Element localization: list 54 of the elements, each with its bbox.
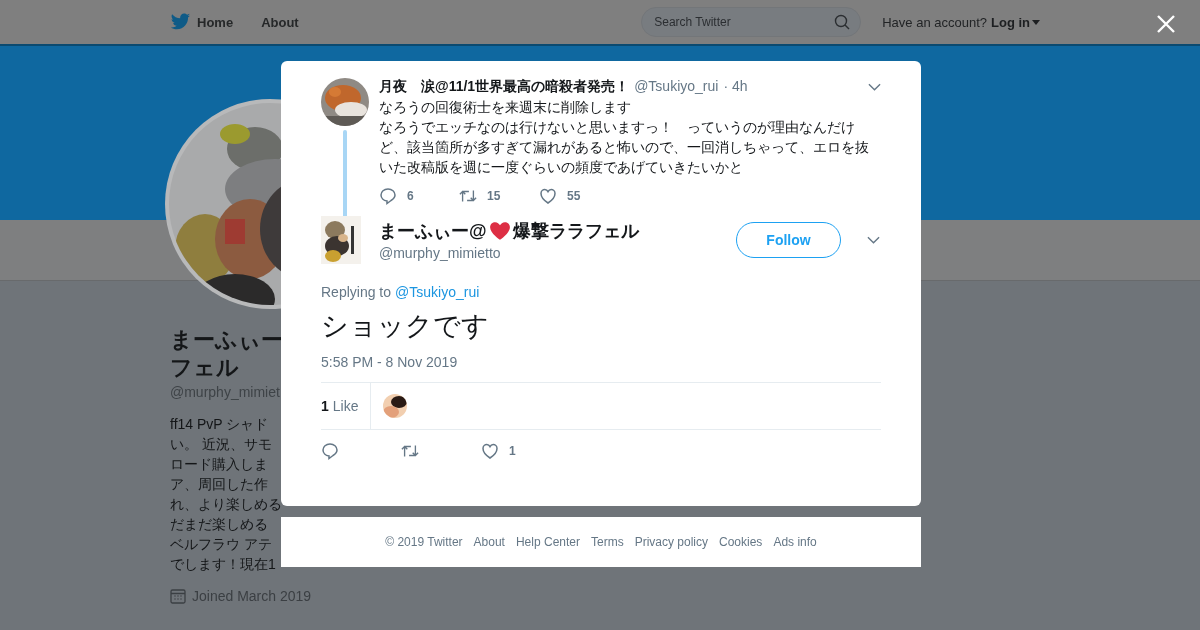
login-link[interactable]: Log in	[991, 14, 1030, 30]
reply-icon[interactable]	[379, 187, 397, 205]
author-name[interactable]: まーふぃー@	[379, 219, 487, 243]
footer-link[interactable]: © 2019 Twitter	[385, 535, 463, 549]
reply-count: 6	[407, 189, 414, 203]
author-name[interactable]: 月夜 涙@11/1世界最高の暗殺者発売！	[379, 78, 630, 96]
retweet-count: 15	[487, 189, 501, 203]
search-field[interactable]: Search Twitter	[641, 7, 862, 37]
bio-line: ロード購入しま	[170, 455, 268, 474]
bio-line: ff14 PvP シャド	[170, 415, 269, 434]
heart-icon	[488, 221, 511, 241]
nav-link[interactable]: About	[261, 14, 299, 30]
bio-line: い。 近況、サモ	[170, 435, 272, 454]
reply-icon[interactable]	[321, 442, 339, 460]
author-handle[interactable]: @murphy_mimietto	[379, 245, 639, 261]
footer-link[interactable]: Ads info	[773, 535, 817, 549]
tweet-text: なろうでエッチなのは行けないと思いますっ！ っていうのが理由なんだけ	[379, 118, 856, 137]
bio-line: でします！現在1	[170, 555, 276, 574]
like-label[interactable]: Like	[332, 398, 359, 414]
like-count: 1	[509, 444, 516, 458]
tweet-text: ショックです	[321, 310, 490, 343]
author-name[interactable]: 爆撃ララフェル	[512, 219, 639, 243]
footer-link[interactable]: Privacy policy	[634, 535, 708, 549]
footer-link[interactable]: About	[473, 535, 505, 549]
search-icon[interactable]	[834, 14, 851, 30]
profile-name: フェル	[170, 354, 239, 382]
tweet-time[interactable]: · 4h	[723, 78, 748, 94]
replying-label: Replying to	[321, 284, 392, 300]
chevron-icon[interactable]	[868, 83, 881, 91]
tweet-timestamp[interactable]: 5:58 PM - 8 Nov 2019	[321, 354, 881, 370]
caret-icon[interactable]	[1032, 19, 1040, 25]
bio-line: だまだ楽しめる	[170, 515, 268, 534]
footer-link[interactable]: Cookies	[719, 535, 763, 549]
bio-line: ベルフラウ アテ	[170, 535, 272, 554]
like-count: 55	[567, 189, 581, 203]
mention-link[interactable]: @Tsukiyo_rui	[395, 284, 480, 300]
footer-link[interactable]: Terms	[591, 535, 624, 549]
calendar-icon	[170, 588, 186, 604]
bio-line: れ、より楽しめる	[170, 495, 282, 514]
profile-name: まーふぃー	[170, 326, 283, 354]
follow-button[interactable]: Follow	[736, 222, 841, 258]
tweet-text: ど、該当箇所が多すぎて漏れがあると怖いので、一回消しちゃって、エロを抜	[379, 138, 870, 157]
tweet-text: なろうの回復術士を来週末に削除します	[379, 98, 632, 117]
author-handle[interactable]: @Tsukiyo_rui	[634, 78, 719, 94]
bird-icon	[170, 13, 191, 31]
nav-link[interactable]: Home	[197, 14, 234, 30]
account-prompt: Have an account?	[882, 14, 987, 30]
bio-line: ア、周回した作	[170, 475, 268, 494]
chevron-icon[interactable]	[867, 236, 880, 244]
heart-icon[interactable]	[539, 187, 557, 205]
heart-icon[interactable]	[481, 442, 499, 460]
like-total[interactable]: 1	[321, 398, 329, 414]
footer-link[interactable]: Help Center	[515, 535, 580, 549]
tweet-text: いた改稿版を週に一度ぐらいの頻度であげていきたいかと	[379, 158, 744, 177]
